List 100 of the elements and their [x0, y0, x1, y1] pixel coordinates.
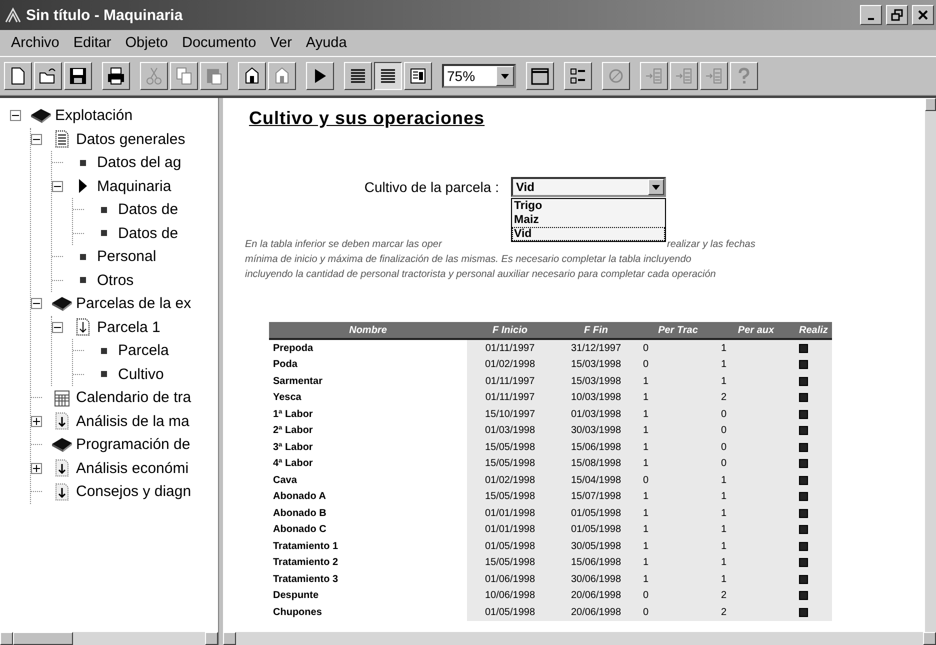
- table-cell: 20/06/1998: [553, 604, 639, 620]
- tree-item[interactable]: Parcela 1: [97, 318, 160, 336]
- table-cell: Prepoda: [269, 339, 467, 356]
- table-cell: 15/08/1998: [553, 456, 639, 472]
- table-cell: 4ª Labor: [269, 456, 467, 472]
- close-icon: [917, 9, 929, 21]
- tree-item[interactable]: Datos del ag: [97, 154, 182, 172]
- printer-icon: [105, 65, 127, 87]
- checkbox[interactable]: [799, 442, 808, 452]
- horizontal-scrollbar[interactable]: [223, 632, 936, 645]
- expand-toggle[interactable]: [31, 462, 42, 474]
- checkbox[interactable]: [799, 574, 808, 584]
- toolbar-button[interactable]: [374, 62, 402, 90]
- table-cell: Chupones: [269, 604, 467, 620]
- checkbox[interactable]: [799, 426, 808, 436]
- table-cell: 31/12/1997: [553, 339, 639, 356]
- table-cell: 1: [639, 390, 717, 406]
- tree-item[interactable]: Datos de: [118, 201, 178, 218]
- save-icon: [67, 65, 89, 87]
- tree-item[interactable]: Parcela: [118, 342, 169, 360]
- table-cell: Abonado C: [269, 522, 467, 538]
- column-header[interactable]: Per aux: [717, 322, 795, 339]
- minimize-button[interactable]: [860, 5, 882, 25]
- column-header[interactable]: Realiz: [795, 322, 832, 339]
- expand-toggle[interactable]: [31, 416, 42, 427]
- column-header[interactable]: F Inicio: [467, 322, 553, 339]
- table-cell: Yesca: [269, 390, 467, 406]
- app-icon: [4, 6, 22, 24]
- table-cell: 01/05/1998: [553, 505, 639, 522]
- checkbox[interactable]: [799, 459, 808, 468]
- column-header[interactable]: Per Trac: [639, 322, 717, 339]
- table-cell: 1: [717, 554, 795, 571]
- vertical-scrollbar[interactable]: [925, 98, 936, 632]
- tree-item[interactable]: Consejos y diagn: [76, 483, 192, 500]
- table-cell: 30/06/1998: [553, 571, 639, 588]
- table-cell: Poda: [269, 356, 467, 373]
- tree-item[interactable]: Datos generales: [76, 130, 186, 148]
- checkbox[interactable]: [799, 376, 808, 386]
- collapse-toggle[interactable]: [52, 180, 63, 192]
- checkbox[interactable]: [799, 508, 808, 518]
- menu-item[interactable]: Ver: [263, 33, 299, 53]
- checkbox[interactable]: [799, 558, 808, 568]
- table-cell: 1: [717, 488, 795, 505]
- checkbox[interactable]: [799, 393, 808, 402]
- table-cell: 1: [717, 522, 795, 538]
- tree-item[interactable]: Parcelas de la ex: [76, 295, 192, 312]
- tree-item[interactable]: Personal: [97, 248, 156, 266]
- column-header[interactable]: F Fin: [553, 322, 639, 339]
- checkbox[interactable]: [799, 360, 808, 370]
- restore-button[interactable]: [886, 5, 908, 25]
- tree-item[interactable]: Otros: [97, 272, 134, 289]
- collapse-toggle[interactable]: [52, 322, 63, 333]
- table-cell: 1: [639, 456, 717, 472]
- collapse-toggle[interactable]: [31, 298, 42, 310]
- table-cell: 1: [717, 339, 795, 356]
- menu-item[interactable]: Archivo: [4, 33, 66, 53]
- dropdown-option[interactable]: Vid: [512, 227, 665, 241]
- table-cell: 01/02/1998: [467, 356, 553, 373]
- tree-item[interactable]: Calendario de tra: [76, 389, 192, 406]
- crop-combobox[interactable]: Vid: [511, 177, 666, 197]
- minimize-icon: [868, 18, 874, 20]
- menu-item[interactable]: Objeto: [118, 33, 175, 53]
- collapse-toggle[interactable]: [10, 110, 21, 122]
- dropdown-option[interactable]: Maiz: [512, 213, 665, 227]
- table-cell: 10/06/1998: [467, 588, 553, 604]
- table-cell: 01/11/1997: [467, 373, 553, 390]
- tree-item[interactable]: Análisis de la ma: [76, 412, 190, 430]
- checkbox[interactable]: [799, 492, 808, 502]
- table-cell: 1: [717, 373, 795, 390]
- tree-item[interactable]: Programación de: [76, 436, 190, 454]
- table-cell: 2: [717, 604, 795, 620]
- table-cell: 2: [717, 588, 795, 604]
- description-text: mínima de inicio y máxima de finalización de las mismas. Es necesario completar la tabla incluyendo: [245, 253, 692, 267]
- checkbox[interactable]: [799, 525, 808, 534]
- tree-item[interactable]: Maquinaria: [97, 178, 172, 195]
- tree-item[interactable]: Cultivo: [118, 366, 164, 383]
- zoom-combobox[interactable]: 75%: [442, 64, 516, 88]
- tree-item[interactable]: Datos de: [118, 224, 178, 242]
- checkbox[interactable]: [799, 542, 808, 551]
- checkbox[interactable]: [799, 608, 808, 617]
- collapse-toggle[interactable]: [31, 134, 42, 145]
- table-cell: 1: [639, 571, 717, 588]
- menu-item[interactable]: Editar: [66, 33, 118, 53]
- restore-icon: [891, 9, 903, 21]
- column-header[interactable]: Nombre: [269, 322, 467, 339]
- table-cell: 0: [717, 422, 795, 439]
- checkbox[interactable]: [799, 410, 808, 419]
- table-cell: 1ª Labor: [269, 406, 467, 422]
- checkbox[interactable]: [799, 476, 808, 485]
- tree-item[interactable]: Explotación: [55, 107, 133, 124]
- dropdown-option[interactable]: Trigo: [512, 199, 665, 213]
- close-button[interactable]: [912, 5, 934, 25]
- table-cell: 20/06/1998: [553, 588, 639, 604]
- checkbox[interactable]: [799, 344, 808, 353]
- checkbox[interactable]: [799, 591, 808, 600]
- tree-item[interactable]: Análisis económi: [76, 460, 189, 477]
- menu-item[interactable]: Documento: [174, 33, 264, 53]
- table-cell: 01/03/1998: [467, 422, 553, 439]
- menu-item[interactable]: Ayuda: [298, 33, 354, 53]
- horizontal-scrollbar[interactable]: [0, 632, 218, 645]
